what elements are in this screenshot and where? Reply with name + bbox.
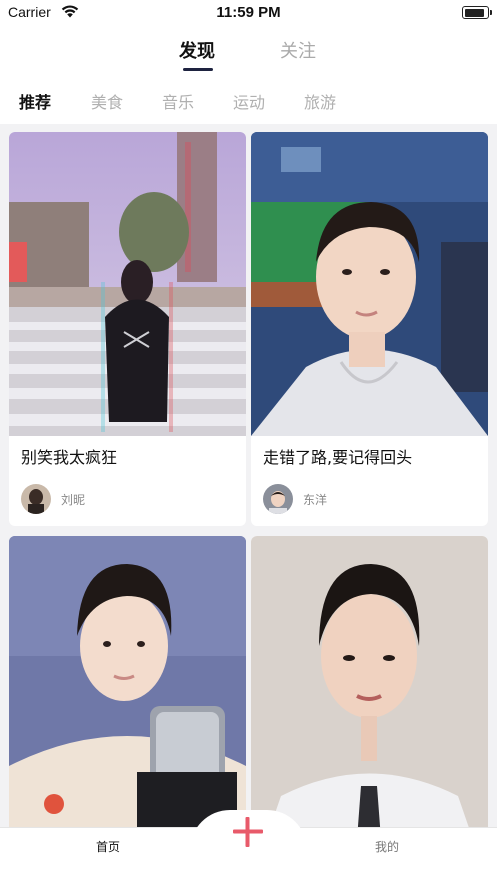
category-sports[interactable]: 运动	[233, 89, 265, 113]
feed-card-cover	[9, 132, 246, 436]
clock: 11:59 PM	[216, 4, 281, 21]
category-music[interactable]: 音乐	[162, 89, 194, 113]
feed-card-title: 走错了路,要记得回头	[263, 448, 413, 467]
feed-card-author[interactable]: 刘昵	[21, 484, 85, 514]
category-bar: 推荐 美食 音乐 运动 旅游	[0, 76, 497, 124]
top-tab-bar: 发现 关注	[0, 26, 497, 76]
author-name: 东洋	[303, 492, 328, 507]
category-travel[interactable]: 旅游	[304, 89, 336, 113]
feed-card[interactable]: 别笑我太疯狂 刘昵	[9, 132, 246, 526]
battery-icon	[462, 6, 492, 19]
feed-card-title: 别笑我太疯狂	[21, 448, 118, 467]
app-screen: Carrier 11:59 PM 发现 关注 推荐 美食 音乐 运动 旅游 别笑…	[0, 0, 497, 883]
tab-following[interactable]: 关注	[280, 37, 316, 63]
category-recommend[interactable]: 推荐	[19, 89, 51, 113]
author-name: 刘昵	[61, 492, 86, 507]
tab-discover[interactable]: 发现	[179, 37, 215, 63]
feed-grid: 别笑我太疯狂 刘昵 走错了路,要记得回头 东洋	[0, 124, 497, 883]
plus-icon[interactable]	[228, 812, 268, 852]
feed-card-author[interactable]: 东洋	[263, 484, 327, 514]
avatar	[263, 484, 293, 514]
status-bar: Carrier 11:59 PM	[0, 0, 497, 26]
avatar	[21, 484, 51, 514]
feed-card[interactable]: 走错了路,要记得回头 东洋	[251, 132, 488, 526]
category-food[interactable]: 美食	[91, 89, 123, 113]
feed-card-cover	[251, 132, 488, 436]
active-tab-indicator	[183, 68, 213, 71]
tab-home[interactable]: 首页	[96, 838, 120, 855]
tab-me[interactable]: 我的	[375, 838, 399, 855]
